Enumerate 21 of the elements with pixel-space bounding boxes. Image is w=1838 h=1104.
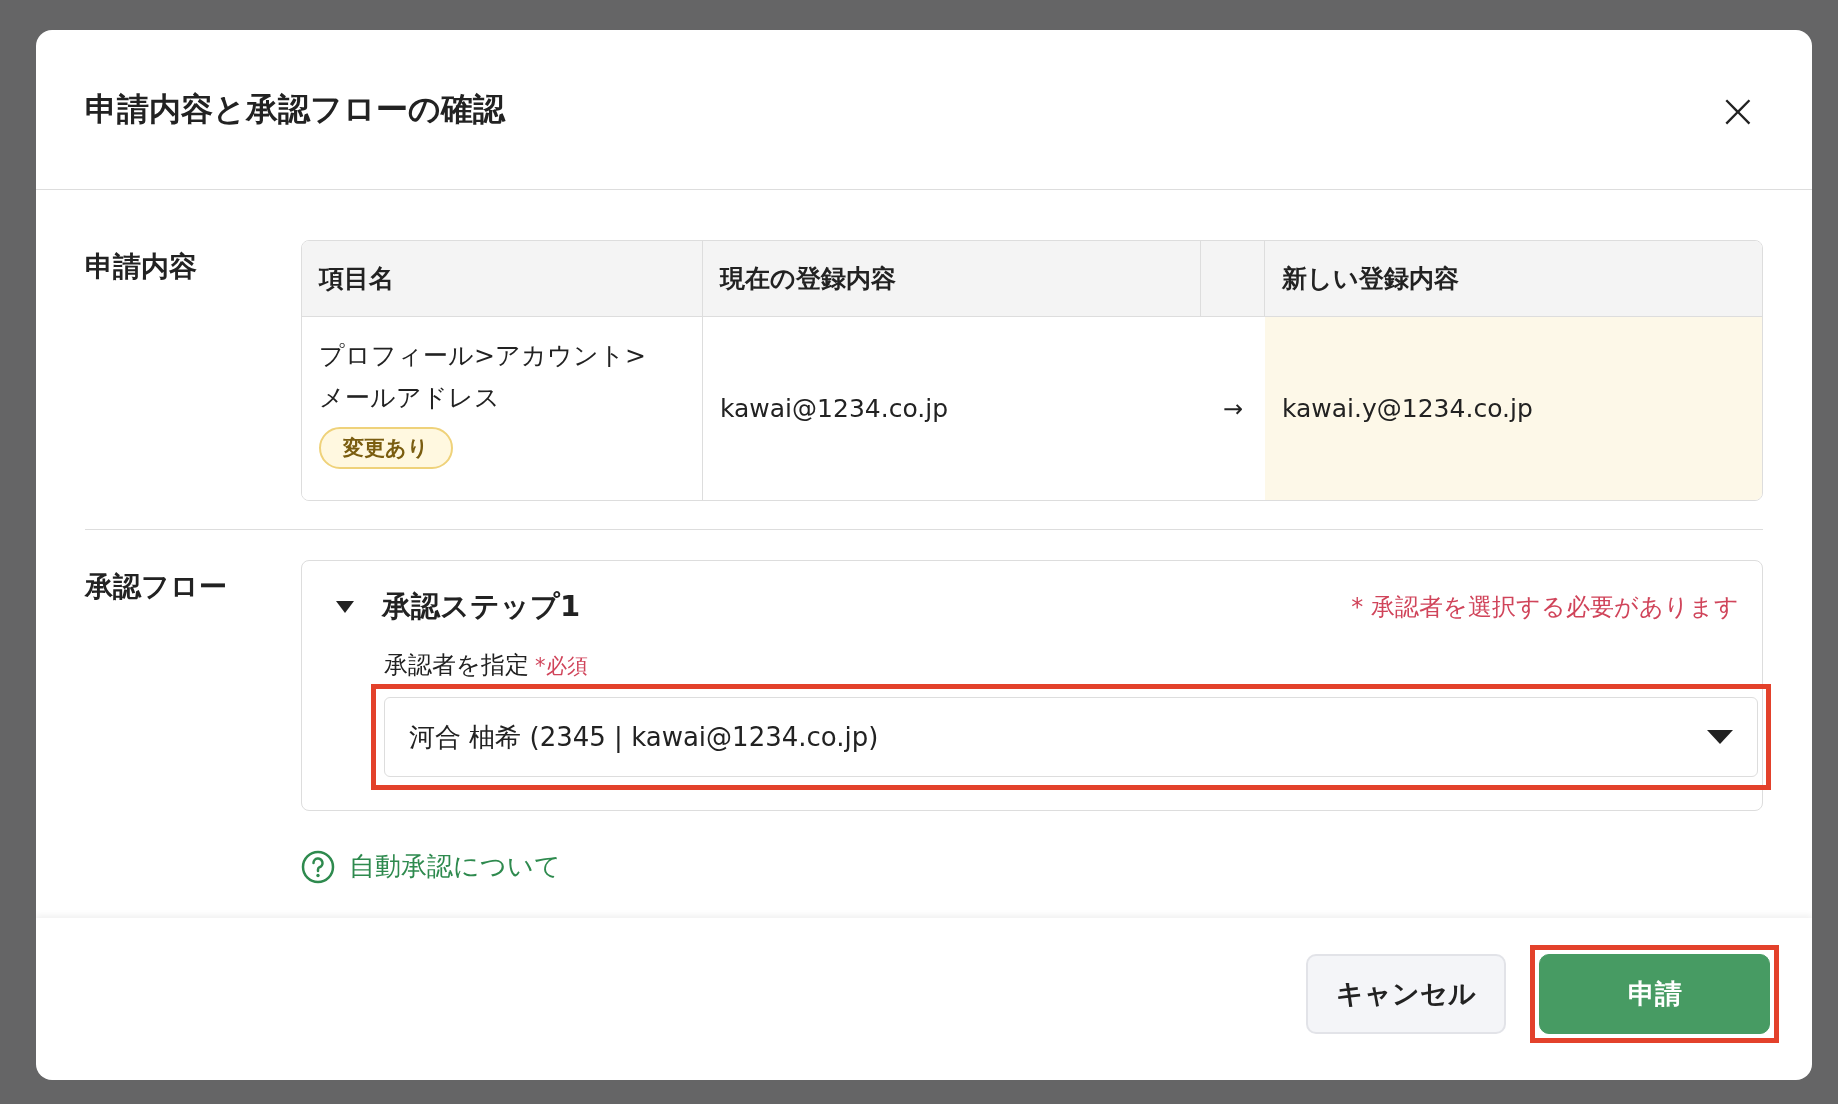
section-label: 承認フロー xyxy=(85,569,228,605)
approver-select[interactable]: 河合 柚希 (2345 | kawai@1234.co.jp) xyxy=(384,697,1758,777)
dropdown-caret-icon xyxy=(1707,729,1733,745)
dialog-title: 申請内容と承認フローの確認 xyxy=(85,88,505,130)
changed-badge: 変更あり xyxy=(319,427,453,469)
help-link[interactable]: 自動承認について xyxy=(301,849,561,884)
caret-icon[interactable] xyxy=(336,600,354,614)
section-label: 申請内容 xyxy=(85,249,198,285)
close-button[interactable]: × xyxy=(1711,85,1764,134)
step-title: 承認ステップ1 xyxy=(382,588,581,625)
field-label: 承認者を指定 xyxy=(384,650,529,681)
required-mark: *必須 xyxy=(535,653,588,680)
help-icon xyxy=(301,849,335,884)
column-header: 項目名 xyxy=(302,241,703,317)
cancel-button[interactable]: キャンセル xyxy=(1306,954,1506,1034)
column-header: 新しい登録内容 xyxy=(1265,241,1762,317)
new-value-cell: kawai.y@1234.co.jp xyxy=(1265,317,1762,500)
item-name: プロフィール>アカウント> メールアドレス xyxy=(319,340,647,414)
error-message: * 承認者を選択する必要があります xyxy=(1351,592,1739,623)
arrow-icon: → xyxy=(1201,317,1265,500)
column-header: 現在の登録内容 xyxy=(703,241,1201,317)
